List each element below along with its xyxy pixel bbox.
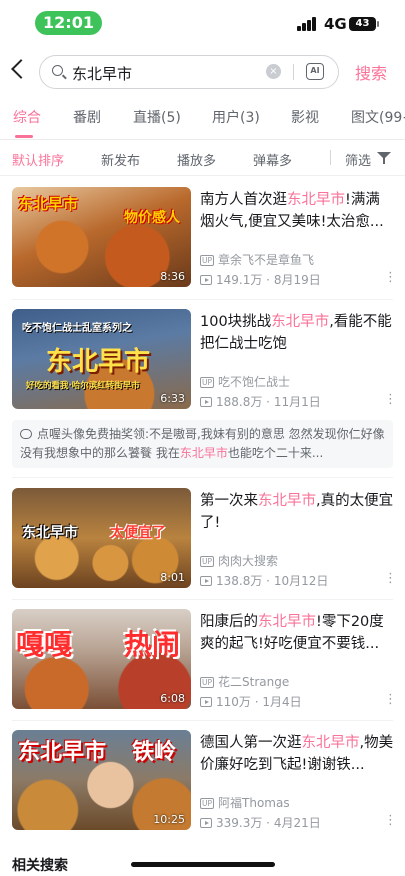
video-thumbnail[interactable]: 东北早市 太便宜了 8:01 [12,488,191,588]
more-icon[interactable]: ⋮ [384,814,397,827]
thumbnail-caption: 东北早市 [22,525,78,541]
divider [12,299,393,300]
tab-users[interactable]: 用户(3) [212,107,260,127]
video-duration: 6:33 [160,392,185,405]
divider [12,720,393,721]
search-header: 东北早市 × AI 搜索 [0,52,405,92]
video-thumbnail[interactable]: 嘎嘎 热闹 6:08 [12,609,191,709]
filter-button[interactable]: 筛选 [345,150,371,169]
video-stats: 339.3万 · 4月21日 [200,814,321,831]
play-count-icon [200,818,212,828]
more-icon[interactable]: ⋮ [384,693,397,706]
video-duration: 8:01 [160,571,185,584]
more-icon[interactable]: ⋮ [384,572,397,585]
network-type: 4G [324,15,347,33]
filter-bar: 默认排序 新发布 播放多 弹幕多 筛选 [0,140,405,176]
thumbnail-caption: 热闹 [124,628,181,661]
video-stats: 188.8万 · 11月1日 [200,393,321,410]
play-count-icon [200,697,212,707]
up-badge: UP [200,255,215,266]
video-uploader[interactable]: UP 吃不饱仁战士 [200,373,290,390]
thumbnail-caption: 东北早市 [18,740,107,765]
divider [293,64,294,80]
status-time: 12:01 [35,11,102,35]
video-uploader[interactable]: UP 花二Strange [200,673,289,690]
sort-most-played[interactable]: 播放多 [177,150,216,169]
tab-bangumi[interactable]: 番剧 [73,107,101,127]
video-title[interactable]: 德国人第一次逛东北早市,物美价廉好吃到飞起!谢谢铁... [200,732,394,776]
comment-icon [20,429,32,439]
video-stats: 138.8万 · 10月12日 [200,572,328,589]
thumbnail-caption: 好吃的看我·哈尔滨红转街早市 [26,381,140,391]
up-badge: UP [200,798,215,809]
thumbnail-caption: 嘎嘎 [16,628,73,661]
signal-icon [297,17,317,31]
video-duration: 6:08 [160,692,185,705]
up-badge: UP [200,556,215,567]
video-duration: 8:36 [160,270,185,283]
clear-icon[interactable]: × [266,64,281,79]
video-stats: 110万 · 1月4日 [200,693,302,710]
play-count-icon [200,275,212,285]
video-uploader[interactable]: UP 阿福Thomas [200,794,290,811]
thumbnail-caption: 吃不饱仁战士乱室系列之 [22,323,132,334]
video-thumbnail[interactable]: 东北早市 物价感人 8:36 [12,187,191,287]
search-button[interactable]: 搜索 [355,60,387,84]
video-duration: 10:25 [153,813,185,826]
search-input[interactable]: 东北早市 × AI [39,55,339,89]
video-title[interactable]: 南方人首次逛东北早市!满满烟火气,便宜又美味!太治愈... [200,189,394,233]
thumbnail-caption: 东北早市 [46,347,151,377]
sort-default[interactable]: 默认排序 [12,150,64,169]
back-icon[interactable] [11,59,31,79]
thumbnail-caption: 太便宜了 [110,525,166,541]
video-title[interactable]: 第一次来东北早市,真的太便宜了! [200,490,394,534]
thumbnail-caption: 铁岭 [132,740,177,765]
battery-icon: 43 [349,17,379,31]
up-badge: UP [200,677,215,688]
tab-all[interactable]: 综合 [13,107,41,127]
divider [12,599,393,600]
comment-preview[interactable]: 点喔头像免费抽奖领:不是嗷哥,我妹有别的意思 忽然发现你仁好像没有我想象中的那么… [12,420,393,468]
home-indicator[interactable] [131,862,275,867]
result-tabs: 综合 番剧 直播(5) 用户(3) 影视 图文(99+) [0,104,405,140]
divider [330,150,331,165]
tab-live[interactable]: 直播(5) [133,107,181,127]
up-badge: UP [200,377,215,388]
related-searches-heading: 相关搜索 [12,858,68,874]
play-count-icon [200,397,212,407]
divider [12,477,393,478]
ai-search-icon[interactable]: AI [306,63,324,80]
thumbnail-caption: 东北早市 [18,195,79,213]
search-query[interactable]: 东北早市 [72,63,132,84]
search-icon [52,65,63,76]
video-title[interactable]: 阳康后的东北早市!零下20度爽的起飞!好吃便宜不要钱... [200,611,394,655]
tab-film[interactable]: 影视 [291,107,319,127]
video-uploader[interactable]: UP 肉肉大搜索 [200,552,278,569]
sort-most-danmaku[interactable]: 弹幕多 [253,150,292,169]
thumbnail-caption: 物价感人 [124,210,180,226]
status-bar: 12:01 4G 43 [0,0,405,44]
tab-articles[interactable]: 图文(99+) [351,107,405,127]
filter-icon[interactable] [377,152,391,164]
active-tab-indicator [15,135,33,138]
video-uploader[interactable]: UP 章余飞不是章鱼飞 [200,251,314,268]
video-title[interactable]: 100块挑战东北早市,看能不能把仁战士吃饱 [200,311,394,355]
play-count-icon [200,576,212,586]
video-stats: 149.1万 · 8月19日 [200,271,321,288]
more-icon[interactable]: ⋮ [384,271,397,284]
more-icon[interactable]: ⋮ [384,393,397,406]
sort-newest[interactable]: 新发布 [101,150,140,169]
video-thumbnail[interactable]: 东北早市 铁岭 10:25 [12,730,191,830]
video-thumbnail[interactable]: 吃不饱仁战士乱室系列之 东北早市 好吃的看我·哈尔滨红转街早市 6:33 [12,309,191,409]
